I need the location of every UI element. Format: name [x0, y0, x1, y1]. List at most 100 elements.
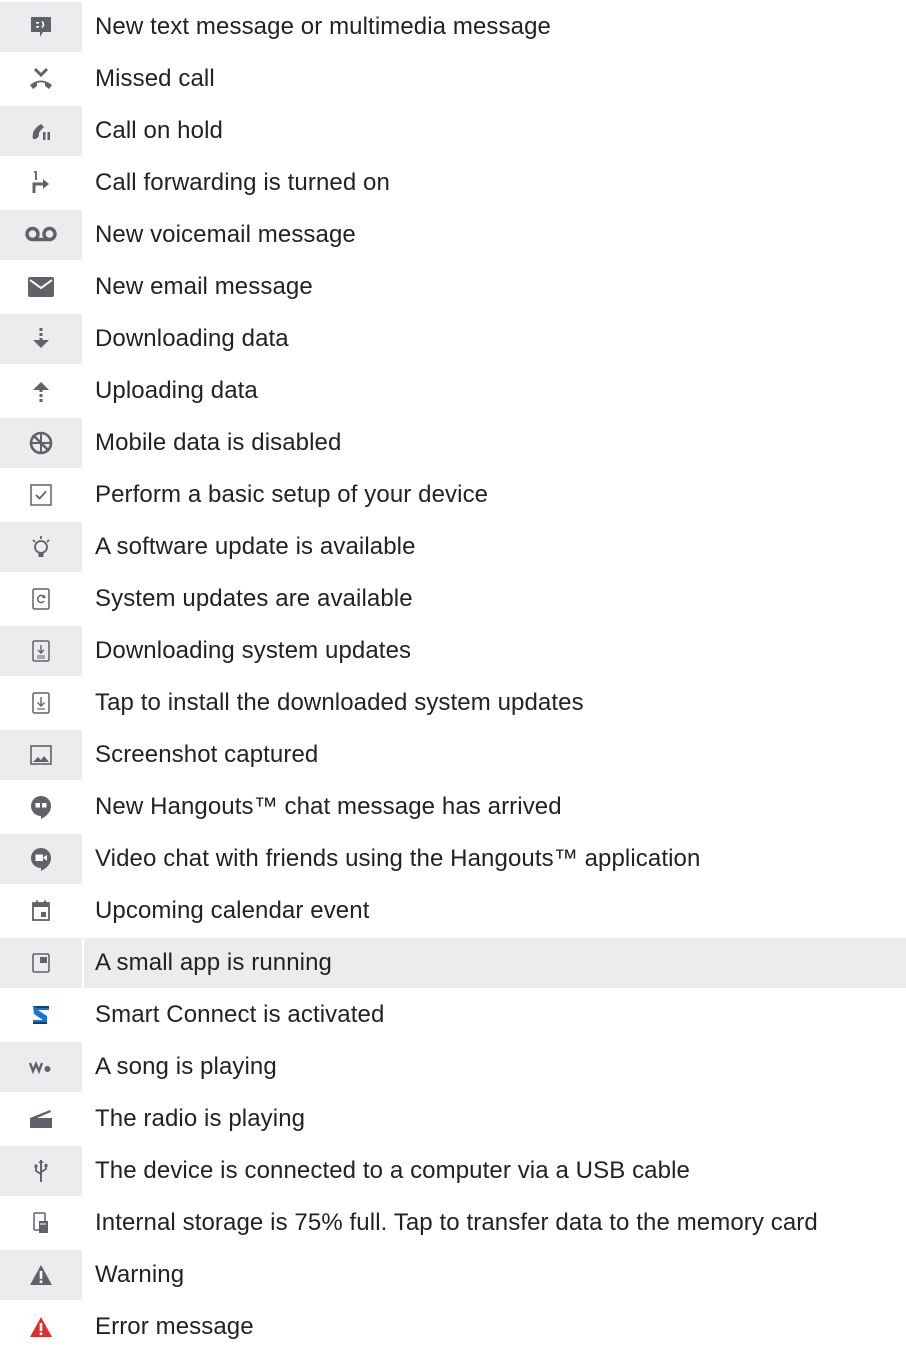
storage-icon — [33, 1212, 48, 1233]
list-item: System updates are available — [0, 574, 906, 624]
icon-cell — [0, 1250, 82, 1300]
row-label: Screenshot captured — [95, 741, 319, 768]
row-label: Uploading data — [95, 377, 258, 404]
screenshot-icon — [30, 745, 52, 765]
email-icon — [28, 277, 54, 297]
row-label: A small app is running — [84, 938, 906, 988]
list-item: Internal storage is 75% full. Tap to tra… — [0, 1198, 906, 1248]
icon-cell — [0, 54, 82, 104]
row-label: Smart Connect is activated — [95, 1001, 385, 1028]
radio-icon — [30, 1110, 52, 1128]
row-label: The radio is playing — [95, 1105, 306, 1132]
warning-icon — [30, 1265, 52, 1285]
install-update-icon — [32, 692, 50, 714]
icon-cell — [0, 210, 82, 260]
list-item: Video chat with friends using the Hangou… — [0, 834, 906, 884]
call-forwarding-icon — [32, 171, 49, 193]
icon-cell — [0, 106, 82, 156]
list-item: New Hangouts™ chat message has arrived — [0, 782, 906, 832]
list-item: The device is connected to a computer vi… — [0, 1146, 906, 1196]
smart-connect-icon — [33, 1006, 49, 1024]
hangouts-chat-icon — [31, 796, 51, 819]
row-label: Perform a basic setup of your device — [95, 481, 489, 508]
system-update-icon — [32, 588, 50, 610]
call-on-hold-icon — [32, 124, 50, 140]
row-label: Call forwarding is turned on — [95, 169, 390, 196]
icon-cell — [0, 782, 82, 832]
list-item: Upcoming calendar event — [0, 886, 906, 936]
row-label: Upcoming calendar event — [95, 897, 370, 924]
missed-call-icon — [30, 67, 52, 89]
list-item: Missed call — [0, 54, 906, 104]
list-item: A song is playing — [0, 1042, 906, 1092]
list-item: New text message or multimedia message — [0, 2, 906, 52]
setup-checkbox-icon — [30, 484, 52, 506]
icon-cell — [0, 886, 82, 936]
voicemail-icon — [25, 226, 57, 242]
list-item: Tap to install the downloaded system upd… — [0, 678, 906, 728]
icon-cell — [0, 470, 82, 520]
upload-icon — [33, 382, 49, 402]
icon-cell — [0, 366, 82, 416]
list-item: New voicemail message — [0, 210, 906, 260]
list-item: Downloading system updates — [0, 626, 906, 676]
list-item: Downloading data — [0, 314, 906, 364]
row-label: Missed call — [95, 65, 215, 92]
icon-cell — [0, 1094, 82, 1144]
icon-cell — [0, 2, 82, 52]
icon-cell — [0, 678, 82, 728]
row-label: A software update is available — [95, 533, 416, 560]
list-item: Smart Connect is activated — [0, 990, 906, 1040]
row-label: Error message — [95, 1313, 254, 1340]
icon-cell — [0, 1146, 82, 1196]
list-item: Screenshot captured — [0, 730, 906, 780]
icon-cell — [0, 314, 82, 364]
row-label: New Hangouts™ chat message has arrived — [95, 793, 562, 820]
download-icon — [33, 328, 49, 348]
list-item: Warning — [0, 1250, 906, 1300]
mobile-data-disabled-icon — [29, 431, 53, 455]
list-item: Uploading data — [0, 366, 906, 416]
list-item: Mobile data is disabled — [0, 418, 906, 468]
walkman-icon — [28, 1060, 51, 1075]
row-label: Downloading system updates — [95, 637, 412, 664]
software-update-bulb-icon — [32, 536, 50, 557]
list-item: A software update is available — [0, 522, 906, 572]
icon-cell — [0, 1042, 82, 1092]
icon-cell — [0, 418, 82, 468]
row-label: New voicemail message — [95, 221, 356, 248]
icon-cell — [0, 626, 82, 676]
list-item: New email message — [0, 262, 906, 312]
row-label: New email message — [95, 273, 313, 300]
list-item: A small app is running — [0, 938, 906, 988]
downloading-system-update-icon — [32, 640, 50, 662]
row-label: Downloading data — [95, 325, 289, 352]
row-label: A song is playing — [95, 1053, 277, 1080]
list-item: Call on hold — [0, 106, 906, 156]
usb-icon — [34, 1160, 48, 1182]
row-label: Mobile data is disabled — [95, 429, 342, 456]
icon-cell — [0, 730, 82, 780]
icon-cell — [0, 1302, 82, 1352]
icon-cell — [0, 990, 82, 1040]
list-item: Call forwarding is turned on — [0, 158, 906, 208]
icon-cell — [0, 262, 82, 312]
icon-cell — [0, 938, 82, 988]
hangouts-video-icon — [31, 848, 51, 871]
message-icon — [31, 17, 51, 37]
row-label: System updates are available — [95, 585, 413, 612]
list-item: The radio is playing — [0, 1094, 906, 1144]
status-icon-table: New text message or multimedia message M… — [0, 2, 906, 1354]
icon-cell — [0, 1198, 82, 1248]
row-label: New text message or multimedia message — [95, 13, 551, 40]
error-icon — [30, 1317, 52, 1337]
icon-cell — [0, 834, 82, 884]
row-label: Video chat with friends using the Hangou… — [95, 845, 701, 872]
icon-cell — [0, 574, 82, 624]
calendar-icon — [32, 900, 50, 921]
small-app-icon — [32, 953, 50, 973]
icon-cell — [0, 522, 82, 572]
row-label: Tap to install the downloaded system upd… — [95, 689, 584, 716]
icon-cell — [0, 158, 82, 208]
row-label: The device is connected to a computer vi… — [95, 1157, 690, 1184]
